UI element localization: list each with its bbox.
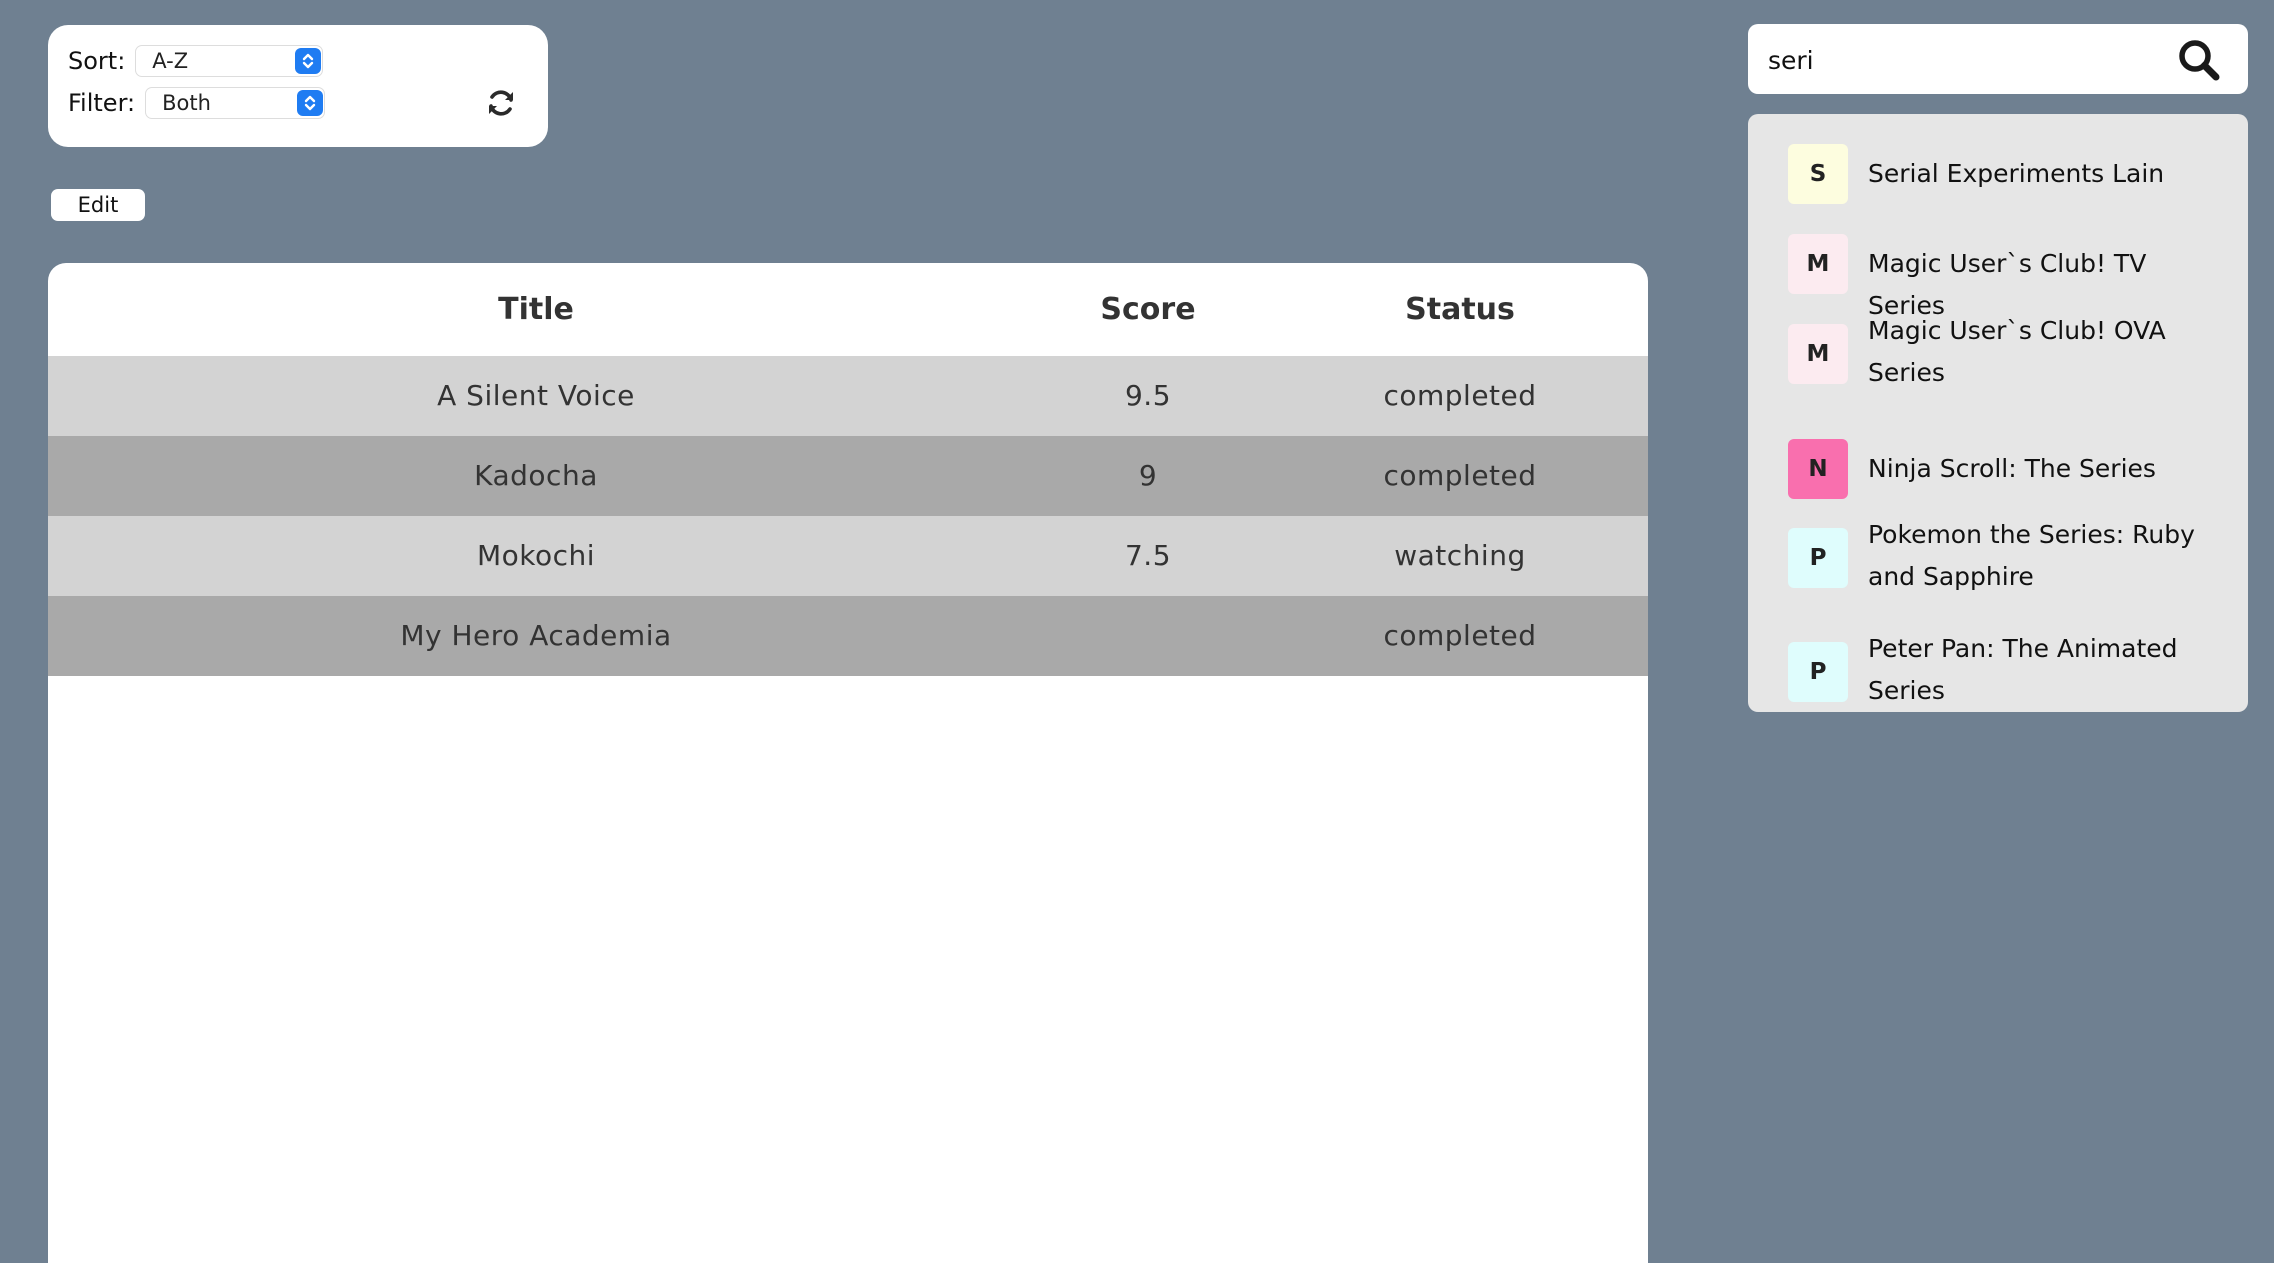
row-title: Mokochi: [476, 539, 596, 572]
row-score: 9: [1138, 459, 1158, 492]
result-avatar: N: [1788, 439, 1848, 499]
row-score: 7.5: [1124, 539, 1172, 572]
row-status: completed: [1383, 459, 1537, 492]
row-status: completed: [1383, 619, 1537, 652]
row-title: My Hero Academia: [400, 619, 672, 652]
sort-select-value: A-Z: [152, 49, 189, 73]
search-input[interactable]: [1766, 34, 2170, 86]
result-avatar: S: [1788, 144, 1848, 204]
result-title: Serial Experiments Lain: [1868, 159, 2165, 188]
select-stepper-icon: [295, 48, 322, 74]
table-row[interactable]: A Silent Voice 9.5 completed: [48, 356, 1648, 436]
anime-list-table: Title Score Status A Silent Voice 9.5 co…: [48, 263, 1648, 1263]
result-title: Ninja Scroll: The Series: [1868, 454, 2156, 483]
filter-select[interactable]: Both: [145, 87, 326, 119]
sort-filter-panel: Sort: A-Z Filter: Both: [48, 25, 548, 147]
table-row[interactable]: Mokochi 7.5 watching: [48, 516, 1648, 596]
result-title: Pokemon the Series: Ruby and Sapphire: [1868, 520, 2195, 591]
search-icon[interactable]: [2176, 37, 2222, 83]
table-row[interactable]: My Hero Academia completed: [48, 596, 1648, 676]
row-score: 9.5: [1124, 379, 1172, 412]
select-stepper-icon: [297, 90, 324, 116]
result-avatar: P: [1788, 528, 1848, 588]
refresh-icon[interactable]: [485, 87, 517, 119]
result-title: Peter Pan: The Animated Series: [1868, 634, 2178, 705]
search-results-dropdown: S Serial Experiments Lain M Magic User`s…: [1748, 114, 2248, 712]
column-header-status[interactable]: Status: [1272, 263, 1648, 356]
filter-label: Filter:: [68, 89, 136, 117]
row-score: [1024, 596, 1272, 676]
filter-row: Filter: Both: [68, 87, 326, 119]
result-avatar: M: [1788, 324, 1848, 384]
row-status: watching: [1394, 539, 1526, 572]
column-header-title[interactable]: Title: [48, 263, 1024, 356]
row-title: Kadocha: [474, 459, 598, 492]
table-row[interactable]: Kadocha 9 completed: [48, 436, 1648, 516]
edit-button[interactable]: Edit: [51, 189, 145, 221]
filter-select-value: Both: [162, 91, 211, 115]
column-header-score[interactable]: Score: [1024, 263, 1272, 356]
result-avatar: M: [1788, 234, 1848, 294]
sort-label: Sort:: [68, 47, 126, 75]
table-header: Title Score Status: [48, 263, 1648, 356]
result-title: Magic User`s Club! OVA Series: [1868, 316, 2166, 387]
search-bar: [1748, 24, 2248, 94]
sort-select[interactable]: A-Z: [135, 45, 324, 77]
row-status: completed: [1383, 379, 1537, 412]
result-avatar: P: [1788, 642, 1848, 702]
row-title: A Silent Voice: [437, 379, 635, 412]
sort-row: Sort: A-Z: [68, 45, 324, 77]
